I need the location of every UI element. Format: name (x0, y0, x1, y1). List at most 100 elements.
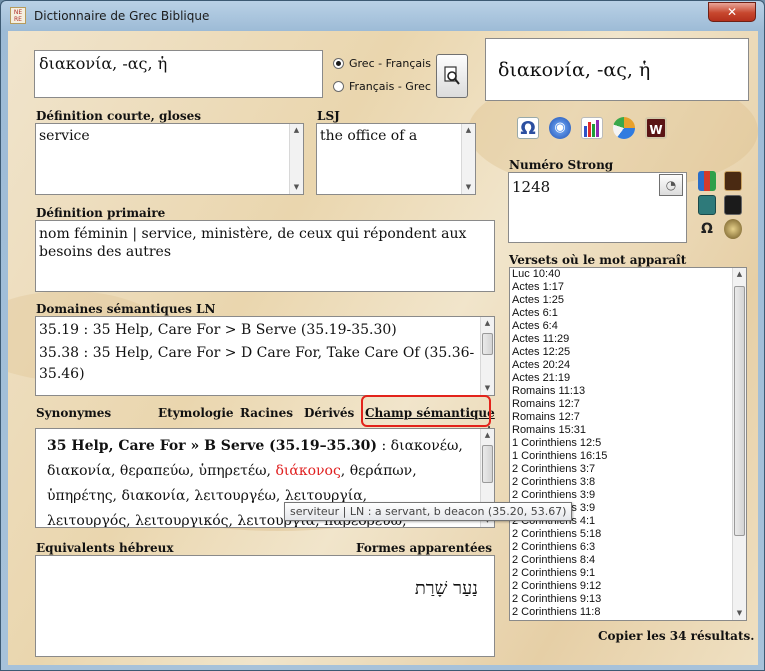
search-button[interactable] (436, 54, 468, 98)
verse-item[interactable]: Romains 12:7 (512, 398, 746, 411)
radio-label: Grec - Français (349, 57, 431, 70)
champ-line-2-pre: διακονία, θεραπεύω, ὑπηρετέω, (47, 463, 276, 479)
client-area: διακονία, -ας, ἡ Grec - Français Françai… (8, 31, 758, 665)
verse-item[interactable]: Actes 21:19 (512, 372, 746, 385)
radio-francais-grec[interactable]: Français - Grec (333, 80, 431, 93)
scroll-down-arrow[interactable]: ▼ (462, 181, 475, 194)
globe-search-icon[interactable]: ◉ (549, 117, 571, 139)
verse-scrollbar[interactable]: ▲ ▼ (732, 268, 746, 620)
title-bar[interactable]: NE RE Dictionnaire de Grec Biblique ✕ (1, 1, 764, 31)
highlight-annotation (361, 395, 491, 427)
verse-item[interactable]: 2 Corinthiens 9:13 (512, 593, 746, 606)
scroll-up-arrow[interactable]: ▲ (481, 317, 494, 330)
bar-chart-icon[interactable] (581, 117, 603, 139)
dark-book-icon[interactable] (724, 195, 742, 215)
ln-scrollbar[interactable]: ▲ ▼ (480, 317, 494, 395)
close-button[interactable]: ✕ (708, 2, 756, 22)
verse-item[interactable]: Actes 12:25 (512, 346, 746, 359)
omega-small-icon[interactable]: Ω (698, 219, 716, 239)
lsj-scrollbar[interactable]: ▲ ▼ (461, 124, 475, 194)
verse-item[interactable]: Actes 6:4 (512, 320, 746, 333)
verse-item[interactable]: 2 Corinthiens 3:7 (512, 463, 746, 476)
verse-item[interactable]: 1 Corinthiens 12:5 (512, 437, 746, 450)
verse-item[interactable]: Romains 11:13 (512, 385, 746, 398)
related-forms-label: Formes apparentées (356, 541, 493, 555)
window-title: Dictionnaire de Grec Biblique (34, 9, 210, 23)
scroll-up-arrow[interactable]: ▲ (462, 124, 475, 137)
hebrew-text: נַעַר שָׁרַת (414, 578, 478, 599)
champ-line-1: 35 Help, Care For » B Serve (35.19–35.30… (47, 434, 474, 459)
scroll-up-arrow[interactable]: ▲ (290, 124, 303, 137)
primary-def-field[interactable]: nom féminin | service, ministère, de ceu… (35, 220, 495, 292)
scroll-up-arrow[interactable]: ▲ (481, 429, 494, 442)
tab-derives[interactable]: Dérivés (304, 406, 354, 420)
short-def-field[interactable]: service ▲ ▼ (35, 123, 304, 195)
verse-item[interactable]: Romains 15:31 (512, 424, 746, 437)
speaker-button[interactable]: ◔ (659, 174, 683, 196)
search-doc-icon (444, 66, 460, 85)
radio-dot-selected (333, 58, 344, 69)
verse-item[interactable]: 2 Corinthiens 6:3 (512, 541, 746, 554)
radio-label: Français - Grec (349, 80, 431, 93)
scroll-thumb[interactable] (482, 333, 493, 355)
copy-results-link[interactable]: Copier les 34 résultats. (598, 629, 754, 643)
verse-item[interactable]: 2 Corinthiens 3:9 (512, 489, 746, 502)
app-window: NE RE Dictionnaire de Grec Biblique ✕ δια… (0, 0, 765, 671)
verse-item[interactable]: Luc 10:40 (512, 268, 746, 281)
speaker-icon: ◔ (665, 178, 677, 192)
tooltip: serviteur | LN : a servant, b deacon (35… (284, 502, 573, 521)
verse-item[interactable]: 1 Corinthiens 16:15 (512, 450, 746, 463)
scroll-down-arrow[interactable]: ▼ (290, 181, 303, 194)
scroll-down-arrow[interactable]: ▼ (733, 607, 746, 620)
verse-item[interactable]: Actes 1:25 (512, 294, 746, 307)
omega-icon[interactable]: Ω (517, 117, 539, 139)
verse-item[interactable]: Actes 20:24 (512, 359, 746, 372)
scroll-down-arrow[interactable]: ▼ (481, 382, 494, 395)
headword-text: διακονία, -ας, ἡ (498, 59, 651, 81)
scroll-up-arrow[interactable]: ▲ (733, 268, 746, 281)
ln-domains-field[interactable]: 35.19 : 35 Help, Care For > B Serve (35.… (35, 316, 495, 396)
scroll-icon[interactable] (698, 195, 716, 215)
verse-item[interactable]: Romains 12:7 (512, 411, 746, 424)
champ-highlighted-word[interactable]: διάκονος (275, 463, 340, 479)
scroll-thumb[interactable] (734, 286, 745, 536)
verse-item[interactable]: 2 Corinthiens 8:4 (512, 554, 746, 567)
search-input[interactable]: διακονία, -ας, ἡ (34, 50, 323, 98)
app-icon: NE RE (10, 7, 26, 24)
book-icon[interactable] (724, 171, 742, 191)
strong-text: 1248 (512, 178, 551, 196)
verse-item[interactable]: 2 Corinthiens 3:8 (512, 476, 746, 489)
strong-label: Numéro Strong (509, 158, 614, 172)
verse-item[interactable]: 2 Corinthiens 11:8 (512, 606, 746, 619)
short-def-scrollbar[interactable]: ▲ ▼ (289, 124, 303, 194)
lsj-field[interactable]: the office of a ▲ ▼ (316, 123, 476, 195)
verse-item[interactable]: Actes 6:1 (512, 307, 746, 320)
tab-synonymes[interactable]: Synonymes (36, 406, 111, 420)
tab-etymologie[interactable]: Etymologie (158, 406, 234, 420)
radio-grec-francais[interactable]: Grec - Français (333, 57, 431, 70)
tab-racines[interactable]: Racines (240, 406, 293, 420)
bar-chart-graphic (584, 120, 599, 137)
ln-domain-line-2: 35.38 : 35 Help, Care For > D Care For, … (39, 345, 475, 382)
strong-field[interactable]: 1248 ◔ (508, 172, 687, 243)
lsj-text: the office of a (320, 128, 418, 144)
verse-list[interactable]: Luc 10:40 Actes 1:17 Actes 1:25 Actes 6:1 Ac… (509, 267, 747, 621)
lsj-label: LSJ (317, 109, 340, 123)
books-icon[interactable] (698, 171, 716, 191)
hebrew-field[interactable]: נַעַר שָׁרַת (35, 555, 495, 657)
mask-icon[interactable] (724, 219, 742, 239)
champ-heading: 35 Help, Care For » B Serve (35.19–35.30… (47, 438, 378, 454)
verse-item[interactable]: 2 Corinthiens 9:12 (512, 580, 746, 593)
hebrew-label: Equivalents hébreux (36, 541, 174, 555)
verse-item[interactable]: 2 Corinthiens 9:1 (512, 567, 746, 580)
search-input-text: διακονία, -ας, ἡ (39, 54, 168, 73)
verse-item[interactable]: 2 Corinthiens 5:18 (512, 528, 746, 541)
ln-domains-label: Domaines sémantiques LN (36, 302, 216, 316)
w-logo-icon[interactable]: W (645, 117, 667, 139)
pie-chart-icon[interactable] (613, 117, 635, 139)
verse-item[interactable]: Actes 11:29 (512, 333, 746, 346)
short-def-label: Définition courte, gloses (36, 109, 202, 123)
scroll-thumb[interactable] (482, 445, 493, 483)
verse-item[interactable]: Actes 1:17 (512, 281, 746, 294)
primary-def-label: Définition primaire (36, 206, 166, 220)
